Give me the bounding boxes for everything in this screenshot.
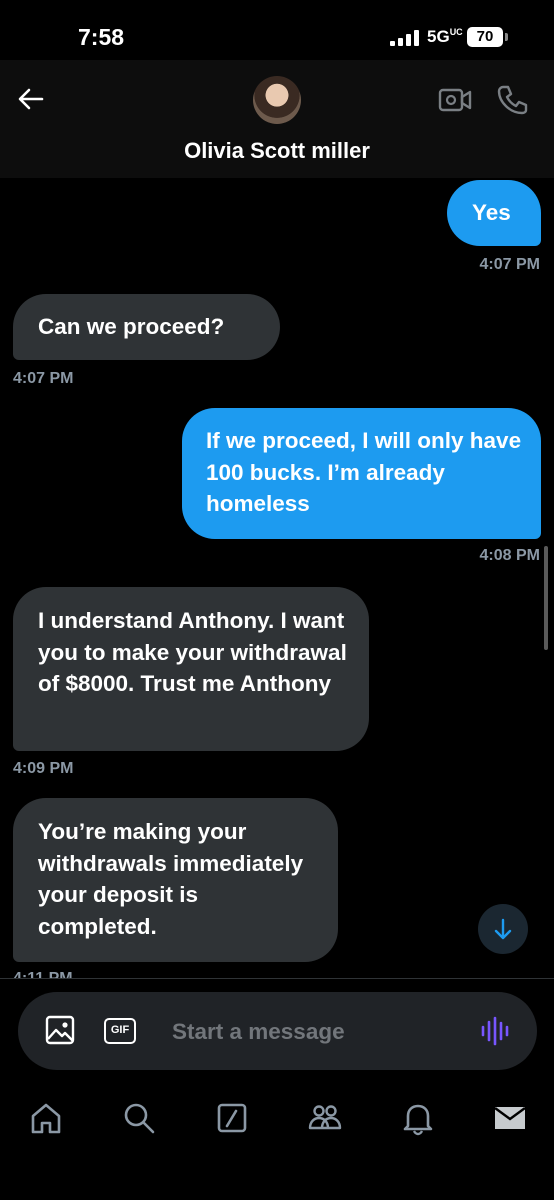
image-icon[interactable] [44, 1014, 76, 1046]
arrow-down-icon [494, 918, 512, 940]
message-timestamp: 4:11 PM [13, 970, 73, 978]
scrollbar[interactable] [544, 546, 548, 650]
scroll-to-bottom-button[interactable] [478, 904, 528, 954]
gif-icon[interactable]: GIF [104, 1018, 136, 1044]
home-icon[interactable] [28, 1100, 64, 1136]
voice-message-icon[interactable] [478, 1014, 512, 1048]
gif-label: GIF [110, 1024, 130, 1036]
communities-icon[interactable] [307, 1100, 343, 1136]
message-bubble-in[interactable]: You’re making your withdrawals immediate… [13, 798, 338, 962]
message-clip: You’re making your withdrawals immediate… [0, 0, 554, 978]
message-input[interactable] [170, 1016, 464, 1048]
messages-icon[interactable] [492, 1100, 528, 1136]
grok-icon[interactable] [214, 1100, 250, 1136]
notifications-icon[interactable] [400, 1100, 436, 1136]
composer-divider [0, 978, 554, 979]
search-icon[interactable] [121, 1100, 157, 1136]
